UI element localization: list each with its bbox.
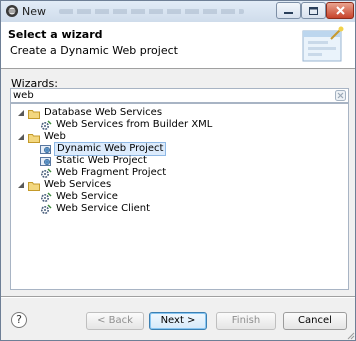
resize-grip-icon[interactable] bbox=[346, 331, 355, 340]
tree-item-web-services-builder-xml[interactable]: Web Services from Builder XML bbox=[40, 119, 213, 131]
expanded-arrow-icon[interactable] bbox=[17, 133, 25, 141]
finish-button[interactable]: Finish bbox=[216, 312, 276, 330]
help-icon: ? bbox=[16, 313, 22, 326]
new-wizard-dialog: New Select a wizard Create a Dynamic Web… bbox=[0, 0, 356, 341]
cancel-button[interactable]: Cancel bbox=[283, 312, 347, 330]
wizard-header: Select a wizard Create a Dynamic Web pro… bbox=[1, 22, 355, 69]
tree-label-selected: Dynamic Web Project bbox=[54, 142, 167, 156]
expanded-arrow-icon[interactable] bbox=[17, 109, 25, 117]
footer-separator bbox=[1, 296, 355, 298]
tree-label: Web Service Client bbox=[56, 203, 151, 214]
wizard-banner-icon bbox=[302, 26, 344, 62]
web-project-icon bbox=[40, 144, 51, 154]
tree-category-database-web-services[interactable]: Database Web Services bbox=[17, 107, 163, 119]
tree-item-web-fragment-project[interactable]: Web Fragment Project bbox=[40, 167, 167, 179]
tree-item-dynamic-web-project[interactable]: Dynamic Web Project bbox=[40, 142, 167, 156]
gear-icon bbox=[40, 192, 52, 202]
tree-label: Database Web Services bbox=[44, 107, 163, 118]
gear-icon bbox=[40, 120, 52, 130]
tree-item-static-web-project[interactable]: Static Web Project bbox=[40, 155, 148, 167]
wizard-filter-input[interactable] bbox=[13, 89, 328, 102]
folder-icon bbox=[28, 109, 40, 119]
back-button[interactable]: < Back bbox=[86, 312, 144, 330]
folder-icon bbox=[28, 133, 40, 143]
maximize-icon bbox=[309, 6, 318, 15]
clear-filter-icon[interactable] bbox=[335, 90, 346, 101]
next-button[interactable]: Next > bbox=[149, 312, 207, 330]
page-title: Select a wizard bbox=[8, 28, 103, 41]
tree-label: Web Fragment Project bbox=[56, 167, 167, 178]
gear-icon bbox=[40, 168, 52, 178]
tree-label: Web Services from Builder XML bbox=[56, 119, 213, 130]
tree-label: Web Services bbox=[44, 179, 112, 190]
page-subtitle: Create a Dynamic Web project bbox=[10, 44, 178, 57]
maximize-button[interactable] bbox=[301, 2, 326, 19]
web-project-icon bbox=[40, 156, 51, 166]
tree-item-web-service[interactable]: Web Service bbox=[40, 191, 119, 203]
folder-icon bbox=[28, 181, 40, 191]
wizard-tree[interactable]: Database Web Services Web Services from … bbox=[10, 103, 349, 290]
minimize-icon bbox=[284, 12, 293, 14]
close-icon bbox=[335, 6, 345, 15]
blurred-title-text bbox=[59, 9, 244, 14]
gear-icon bbox=[40, 204, 52, 214]
expanded-arrow-icon[interactable] bbox=[17, 181, 25, 189]
eclipse-app-icon bbox=[6, 5, 18, 17]
window-title: New bbox=[22, 5, 46, 18]
close-button[interactable] bbox=[326, 2, 354, 19]
title-bar[interactable]: New bbox=[1, 1, 355, 22]
tree-label: Static Web Project bbox=[56, 155, 147, 166]
minimize-button[interactable] bbox=[276, 2, 301, 19]
tree-label: Web Service bbox=[56, 191, 118, 202]
help-button[interactable]: ? bbox=[11, 312, 27, 328]
wizard-filter-field[interactable] bbox=[10, 88, 349, 103]
tree-item-web-service-client[interactable]: Web Service Client bbox=[40, 203, 151, 215]
tree-category-web-services[interactable]: Web Services bbox=[17, 179, 112, 191]
